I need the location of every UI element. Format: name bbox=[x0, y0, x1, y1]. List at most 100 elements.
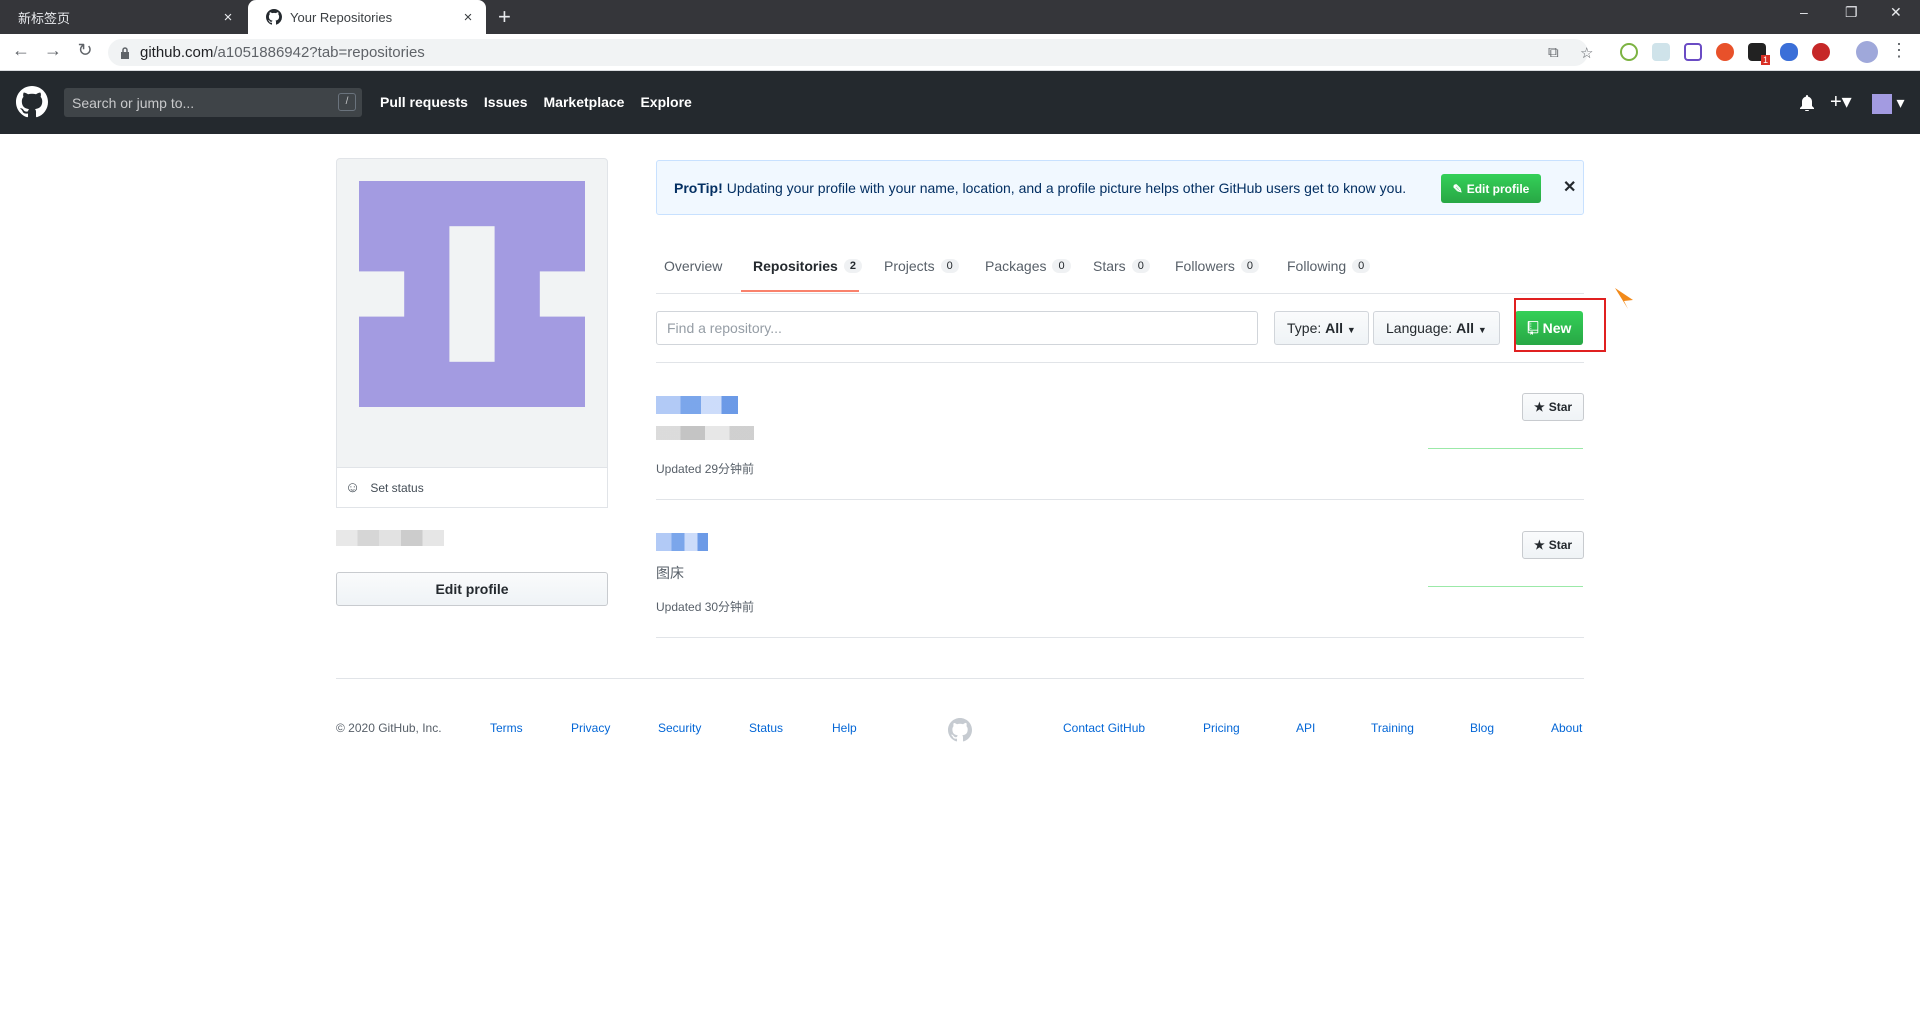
nav-marketplace[interactable]: Marketplace bbox=[544, 94, 625, 110]
nav-pull-requests[interactable]: Pull requests bbox=[380, 94, 468, 110]
caret-down-icon: ▼ bbox=[1346, 325, 1356, 335]
close-icon[interactable]: ✕ bbox=[1563, 177, 1576, 197]
tab-label: Followers bbox=[1175, 258, 1235, 274]
star-label: Star bbox=[1548, 400, 1573, 414]
bell-icon[interactable] bbox=[1800, 95, 1814, 111]
star-label: Star bbox=[1548, 538, 1573, 552]
tab-counter: 0 bbox=[1352, 259, 1371, 273]
repo-description-blurred bbox=[656, 426, 754, 440]
tab-followers[interactable]: Followers 0 bbox=[1175, 258, 1260, 274]
star-button[interactable]: ★ Star bbox=[1522, 393, 1584, 421]
close-tab-icon[interactable]: × bbox=[460, 9, 476, 26]
username-blurred bbox=[336, 530, 444, 546]
profile-sidebar: ☺ Set status Edit profile bbox=[336, 158, 608, 606]
create-new-icon[interactable]: +▾ bbox=[1830, 89, 1852, 114]
repo-list-item: 图床 bbox=[656, 533, 1584, 583]
set-status-button[interactable]: ☺ Set status bbox=[336, 468, 608, 508]
tab-label: Packages bbox=[985, 258, 1047, 274]
tab-label: Stars bbox=[1093, 258, 1126, 274]
footer-link-help[interactable]: Help bbox=[832, 721, 857, 735]
browser-tab-repositories[interactable]: Your Repositories × bbox=[248, 0, 486, 34]
language-filter-dropdown[interactable]: Language: All ▼ bbox=[1373, 311, 1500, 345]
star-icon: ★ bbox=[1533, 400, 1545, 414]
tab-packages[interactable]: Packages 0 bbox=[985, 258, 1071, 274]
extension-icon[interactable] bbox=[1716, 43, 1734, 61]
footer-divider bbox=[336, 678, 1584, 679]
repo-name-link-blurred[interactable] bbox=[656, 533, 708, 551]
footer-link-terms[interactable]: Terms bbox=[490, 721, 523, 735]
restore-icon[interactable]: ❐ bbox=[1845, 4, 1858, 21]
tab-overview[interactable]: Overview bbox=[664, 258, 722, 274]
footer-link-security[interactable]: Security bbox=[658, 721, 701, 735]
user-menu-avatar[interactable]: ▾ bbox=[1872, 93, 1904, 114]
protip-edit-profile-button[interactable]: ✎ Edit profile bbox=[1441, 174, 1541, 203]
extension-icon[interactable] bbox=[1684, 43, 1702, 61]
footer-link-status[interactable]: Status bbox=[749, 721, 783, 735]
new-tab-button[interactable]: + bbox=[498, 4, 511, 30]
protip-text: Updating your profile with your name, lo… bbox=[726, 179, 1407, 196]
extension-icon[interactable] bbox=[1780, 43, 1798, 61]
set-status-label: Set status bbox=[370, 480, 424, 495]
repo-name-link-blurred[interactable] bbox=[656, 396, 738, 414]
footer-link-api[interactable]: API bbox=[1296, 721, 1315, 735]
browser-tab-newtab[interactable]: 新标签页 × bbox=[0, 0, 246, 34]
tab-label: Projects bbox=[884, 258, 935, 274]
profile-avatar-icon[interactable] bbox=[1856, 41, 1878, 63]
footer-link-contact[interactable]: Contact GitHub bbox=[1063, 721, 1145, 735]
tab-counter: 0 bbox=[1240, 259, 1260, 273]
github-search-input[interactable]: Search or jump to... / bbox=[64, 88, 362, 117]
tab-stars[interactable]: Stars 0 bbox=[1093, 258, 1150, 274]
nav-issues[interactable]: Issues bbox=[484, 94, 528, 110]
repo-list-item bbox=[656, 396, 1584, 440]
menu-icon[interactable]: ⋮ bbox=[1887, 40, 1911, 61]
tab-projects[interactable]: Projects 0 bbox=[884, 258, 959, 274]
type-filter-value: All bbox=[1325, 320, 1344, 336]
github-logo-icon[interactable] bbox=[16, 86, 48, 118]
language-filter-value: All bbox=[1456, 320, 1474, 336]
reload-icon[interactable]: ↻ bbox=[73, 40, 97, 61]
tab-counter: 2 bbox=[843, 259, 862, 273]
url-path: /a1051886942?tab=repositories bbox=[213, 44, 425, 61]
footer-link-training[interactable]: Training bbox=[1371, 721, 1414, 735]
divider bbox=[656, 637, 1584, 638]
bookmark-star-icon[interactable]: ☆ bbox=[1580, 44, 1593, 62]
minimize-icon[interactable]: – bbox=[1800, 4, 1808, 20]
active-tab-underline bbox=[741, 290, 859, 292]
back-icon[interactable]: ← bbox=[9, 40, 33, 61]
adblock-icon[interactable] bbox=[1812, 43, 1830, 61]
footer-link-privacy[interactable]: Privacy bbox=[571, 721, 610, 735]
tab-following[interactable]: Following 0 bbox=[1287, 258, 1371, 274]
footer-copyright: © 2020 GitHub, Inc. bbox=[336, 721, 442, 735]
star-button[interactable]: ★ Star bbox=[1522, 531, 1584, 559]
extension-icon[interactable] bbox=[1620, 43, 1638, 61]
protip-label: ProTip! bbox=[674, 179, 723, 196]
footer-link-blog[interactable]: Blog bbox=[1470, 721, 1494, 735]
avatar[interactable] bbox=[336, 158, 608, 468]
close-tab-icon[interactable]: × bbox=[220, 9, 236, 26]
url-field[interactable]: github.com/a1051886942?tab=repositories … bbox=[108, 39, 1593, 66]
forward-icon[interactable]: → bbox=[41, 40, 65, 61]
find-repository-input[interactable]: Find a repository... bbox=[656, 311, 1258, 345]
profile-tabs: Overview Repositories 2 Projects 0 Package… bbox=[656, 246, 1584, 294]
nav-explore[interactable]: Explore bbox=[640, 94, 691, 110]
translate-icon[interactable]: ⧉ bbox=[1548, 44, 1559, 61]
type-filter-label: Type: bbox=[1287, 320, 1322, 336]
tab-repositories[interactable]: Repositories 2 bbox=[753, 258, 862, 274]
tab-label: Overview bbox=[664, 258, 723, 274]
pencil-icon: ✎ bbox=[1452, 181, 1463, 196]
tab-counter: 0 bbox=[940, 259, 959, 273]
edit-profile-button[interactable]: Edit profile bbox=[336, 572, 608, 606]
language-filter-label: Language: bbox=[1386, 320, 1453, 336]
github-nav: Pull requests Issues Marketplace Explore bbox=[380, 94, 692, 110]
footer-link-about[interactable]: About bbox=[1551, 721, 1582, 735]
extension-icon[interactable] bbox=[1652, 43, 1670, 61]
pointer-cursor-icon bbox=[1615, 288, 1633, 309]
browser-tab-strip: 新标签页 × Your Repositories × + – ❐ ✕ bbox=[0, 0, 1920, 34]
type-filter-dropdown[interactable]: Type: All ▼ bbox=[1274, 311, 1369, 345]
github-footer-logo-icon[interactable] bbox=[948, 718, 972, 742]
repo-description: 图床 bbox=[656, 565, 684, 581]
close-window-icon[interactable]: ✕ bbox=[1890, 4, 1902, 21]
footer-link-pricing[interactable]: Pricing bbox=[1203, 721, 1240, 735]
extension-icon[interactable]: 1 bbox=[1748, 43, 1770, 65]
tab-counter: 0 bbox=[1052, 259, 1071, 273]
